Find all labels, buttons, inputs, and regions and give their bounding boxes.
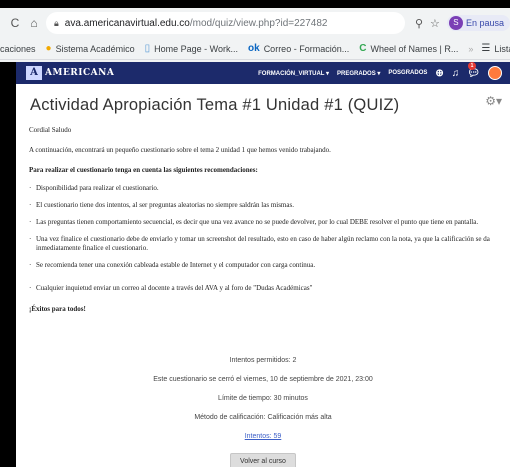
bookmark-item[interactable]: ok Correo - Formación... bbox=[248, 43, 349, 54]
browser-toolbar: C ⌂ 🔒︎ ava.americanavirtual.edu.co /mod/… bbox=[0, 8, 510, 38]
recommendations-list: Disponibilidad para realizar el cuestion… bbox=[29, 184, 499, 293]
url-host: ava.americanavirtual.edu.co bbox=[64, 17, 190, 29]
bookmarks-more-button[interactable]: » bbox=[468, 44, 473, 54]
url-path: /mod/quiz/view.php?id=227482 bbox=[189, 17, 328, 29]
bookmark-label: Sistema Académico bbox=[55, 43, 135, 54]
profile-label: En pausa bbox=[465, 18, 504, 28]
messages-icon[interactable]: 💬︎ 1 bbox=[467, 61, 480, 79]
reading-list-icon: ☰ bbox=[481, 43, 491, 54]
bookmark-item[interactable]: ● Sistema Académico bbox=[46, 43, 135, 54]
user-avatar[interactable] bbox=[488, 66, 502, 80]
bookmark-icon: C bbox=[359, 43, 367, 54]
grading-method: Método de calificación: Calificación más… bbox=[194, 414, 332, 421]
attempts-allowed: Intentos permitidos: 2 bbox=[229, 357, 297, 364]
list-item: Cualquier inquietud enviar un correo al … bbox=[29, 284, 499, 293]
nav-menu: FORMACIÓN_VIRTUAL ▾ PREGRADOS ▾ POSGRADO… bbox=[258, 61, 510, 80]
reload-icon[interactable]: C bbox=[8, 16, 22, 30]
bookmark-label: Wheel of Names | R... bbox=[370, 43, 459, 54]
home-icon[interactable]: ⌂ bbox=[27, 16, 41, 30]
time-limit: Límite de tiempo: 30 minutos bbox=[218, 395, 308, 402]
bookmark-icon: ok bbox=[248, 43, 260, 54]
profile-button[interactable]: S En pausa bbox=[446, 15, 510, 31]
attempts-link[interactable]: Intentos: 59 bbox=[16, 432, 510, 441]
browser-chrome: C ⌂ 🔒︎ ava.americanavirtual.edu.co /mod/… bbox=[0, 8, 510, 62]
page-title: Actividad Apropiación Tema #1 Unidad #1 … bbox=[30, 96, 400, 114]
greeting: Cordial Saludo bbox=[29, 126, 72, 134]
star-icon[interactable]: ☆ bbox=[427, 17, 443, 30]
list-item: Las preguntas tienen comportamiento secu… bbox=[29, 218, 499, 227]
quiz-info: Intentos permitidos: 2 Este cuestionario… bbox=[16, 356, 510, 467]
bell-icon[interactable]: ♫ bbox=[452, 68, 460, 79]
closed-on: Este cuestionario se cerró el viernes, 1… bbox=[153, 376, 373, 383]
list-item: Una vez finalice el cuestionario debe de… bbox=[29, 235, 499, 253]
quiz-intro: Cordial Saludo A continuación, encontrar… bbox=[29, 126, 499, 325]
intro-text: A continuación, encontrará un pequeño cu… bbox=[29, 146, 331, 154]
bookmark-item[interactable]: caciones bbox=[0, 44, 36, 54]
logo-text: AMERICANA bbox=[45, 68, 115, 78]
zoom-icon[interactable]: ⚲ bbox=[411, 17, 427, 30]
bookmark-icon: ▯ bbox=[144, 43, 151, 54]
reading-list-button[interactable]: ☰ Lista de lec bbox=[481, 43, 510, 54]
logo-mark: A bbox=[26, 66, 42, 80]
list-item: Se recomienda tener una conexión cablead… bbox=[29, 261, 499, 270]
bookmark-label: Home Page - Work... bbox=[154, 43, 239, 54]
bookmark-icon: ● bbox=[45, 43, 52, 54]
gear-icon[interactable]: ⚙▾ bbox=[485, 94, 502, 108]
bookmark-label: Correo - Formación... bbox=[263, 43, 350, 54]
main-content: Actividad Apropiación Tema #1 Unidad #1 … bbox=[16, 84, 510, 467]
bookmark-item[interactable]: C Wheel of Names | R... bbox=[359, 43, 458, 54]
nav-formacion-virtual[interactable]: FORMACIÓN_VIRTUAL ▾ bbox=[258, 70, 329, 77]
nav-pregrados[interactable]: PREGRADOS ▾ bbox=[337, 70, 380, 77]
profile-avatar: S bbox=[448, 16, 463, 30]
recommendations-heading: Para realizar el cuestionario tenga en c… bbox=[29, 166, 258, 174]
messages-badge: 1 bbox=[468, 61, 476, 70]
bookmarks-bar: caciones ● Sistema Académico ▯ Home Page… bbox=[0, 38, 510, 60]
back-to-course-button[interactable]: Volver al curso bbox=[230, 453, 296, 467]
lock-icon: 🔒︎ bbox=[54, 17, 59, 28]
bookmark-label: caciones bbox=[0, 43, 36, 54]
site-navbar: A AMERICANA FORMACIÓN_VIRTUAL ▾ PREGRADO… bbox=[16, 61, 510, 84]
nav-posgrados[interactable]: POSGRADOS bbox=[388, 70, 427, 76]
globe-icon[interactable]: ⊕ bbox=[435, 68, 443, 79]
closing-text: ¡Éxitos para todos! bbox=[29, 305, 86, 313]
site-logo[interactable]: A AMERICANA bbox=[26, 66, 114, 80]
bookmark-item[interactable]: ▯ Home Page - Work... bbox=[145, 43, 238, 54]
address-bar[interactable]: 🔒︎ ava.americanavirtual.edu.co /mod/quiz… bbox=[46, 12, 405, 34]
list-item: El cuestionario tiene dos intentos, al s… bbox=[29, 201, 499, 210]
list-item: Disponibilidad para realizar el cuestion… bbox=[29, 184, 499, 193]
reading-list-label: Lista de lec bbox=[494, 43, 510, 54]
